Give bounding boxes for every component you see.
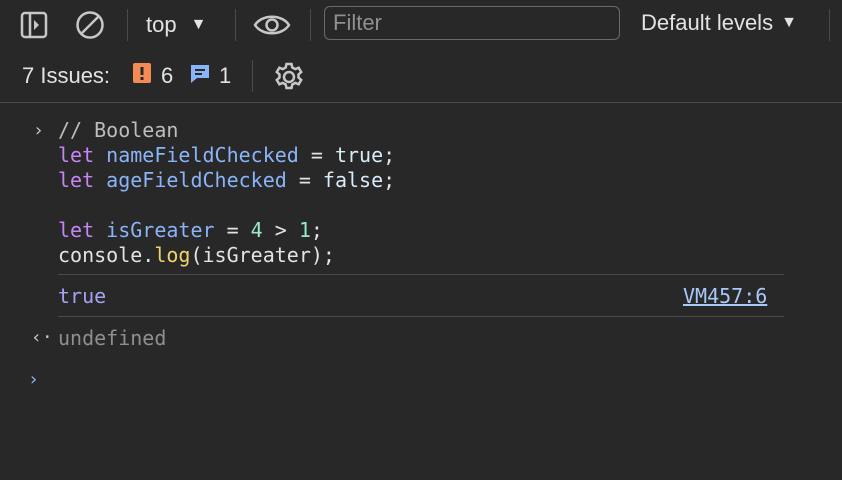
code-line: let ageFieldChecked = false; bbox=[58, 168, 395, 193]
variable-name: isGreater bbox=[106, 218, 215, 242]
code-line: console.log(isGreater); bbox=[58, 243, 335, 268]
chevron-down-icon: ▼ bbox=[190, 16, 207, 33]
variable-name: nameFieldChecked bbox=[106, 143, 299, 167]
source-link[interactable]: VM457:6 bbox=[683, 284, 767, 309]
toolbar-divider bbox=[252, 60, 253, 92]
number-literal: 1 bbox=[298, 218, 311, 242]
filter-input[interactable] bbox=[324, 6, 620, 40]
message-divider bbox=[58, 316, 784, 317]
operator: = bbox=[214, 218, 251, 242]
console-object: console. bbox=[58, 243, 155, 267]
code-line: let nameFieldChecked = true; bbox=[58, 143, 395, 168]
semicolon: ; bbox=[310, 218, 323, 242]
issues-label[interactable]: 7 Issues: bbox=[22, 63, 110, 89]
semicolon: ; bbox=[383, 143, 396, 167]
expand-chevron-icon[interactable]: › bbox=[33, 120, 44, 141]
chevron-down-icon: ▼ bbox=[781, 14, 797, 31]
function-name: log bbox=[154, 243, 191, 267]
error-issue-icon bbox=[133, 63, 151, 89]
console-log: › // Boolean let nameFieldChecked = true… bbox=[0, 103, 842, 480]
function-args: (isGreater); bbox=[190, 243, 335, 267]
sidebar-toggle-icon[interactable] bbox=[20, 11, 48, 39]
keyword: let bbox=[58, 143, 95, 167]
return-arrow-icon: ‹· bbox=[31, 327, 53, 348]
error-issue-count: 6 bbox=[161, 63, 174, 88]
operator: = bbox=[298, 143, 335, 167]
error-issues-badge[interactable]: 6 bbox=[133, 63, 173, 89]
keyword: let bbox=[58, 168, 95, 192]
toolbar-divider bbox=[235, 9, 236, 41]
prompt-chevron-icon[interactable]: › bbox=[28, 369, 39, 390]
message-divider bbox=[58, 274, 784, 275]
info-issue-count: 1 bbox=[219, 63, 232, 88]
toolbar-divider bbox=[829, 9, 830, 41]
gear-icon[interactable] bbox=[273, 61, 305, 93]
clear-console-icon[interactable] bbox=[75, 10, 105, 40]
context-label: top bbox=[146, 12, 177, 37]
live-expression-eye-icon[interactable] bbox=[253, 11, 291, 39]
console-toolbar: top ▼ Default levels ▼ bbox=[0, 0, 842, 50]
comparison-operator: > bbox=[262, 218, 299, 242]
console-prompt-input[interactable] bbox=[58, 369, 778, 394]
operator: = bbox=[286, 168, 323, 192]
boolean-literal: true bbox=[334, 143, 384, 167]
toolbar-divider bbox=[127, 9, 128, 41]
log-levels-label: Default levels bbox=[641, 10, 774, 35]
info-issue-icon bbox=[190, 63, 210, 89]
semicolon: ; bbox=[383, 168, 396, 192]
code-line: let isGreater = 4 > 1; bbox=[58, 218, 323, 243]
code-comment: // Boolean bbox=[58, 118, 179, 142]
log-output-value: true bbox=[58, 284, 107, 308]
variable-name: ageFieldChecked bbox=[106, 168, 287, 192]
toolbar-divider bbox=[310, 9, 311, 41]
boolean-literal: false bbox=[322, 168, 384, 192]
info-issues-badge[interactable]: 1 bbox=[190, 63, 231, 89]
log-levels-dropdown[interactable]: Default levels ▼ bbox=[641, 10, 797, 36]
return-value: undefined bbox=[58, 326, 167, 350]
context-selector[interactable]: top ▼ bbox=[146, 12, 206, 38]
number-literal: 4 bbox=[250, 218, 263, 242]
keyword: let bbox=[58, 218, 95, 242]
issues-bar: 7 Issues: 6 1 bbox=[0, 50, 842, 103]
